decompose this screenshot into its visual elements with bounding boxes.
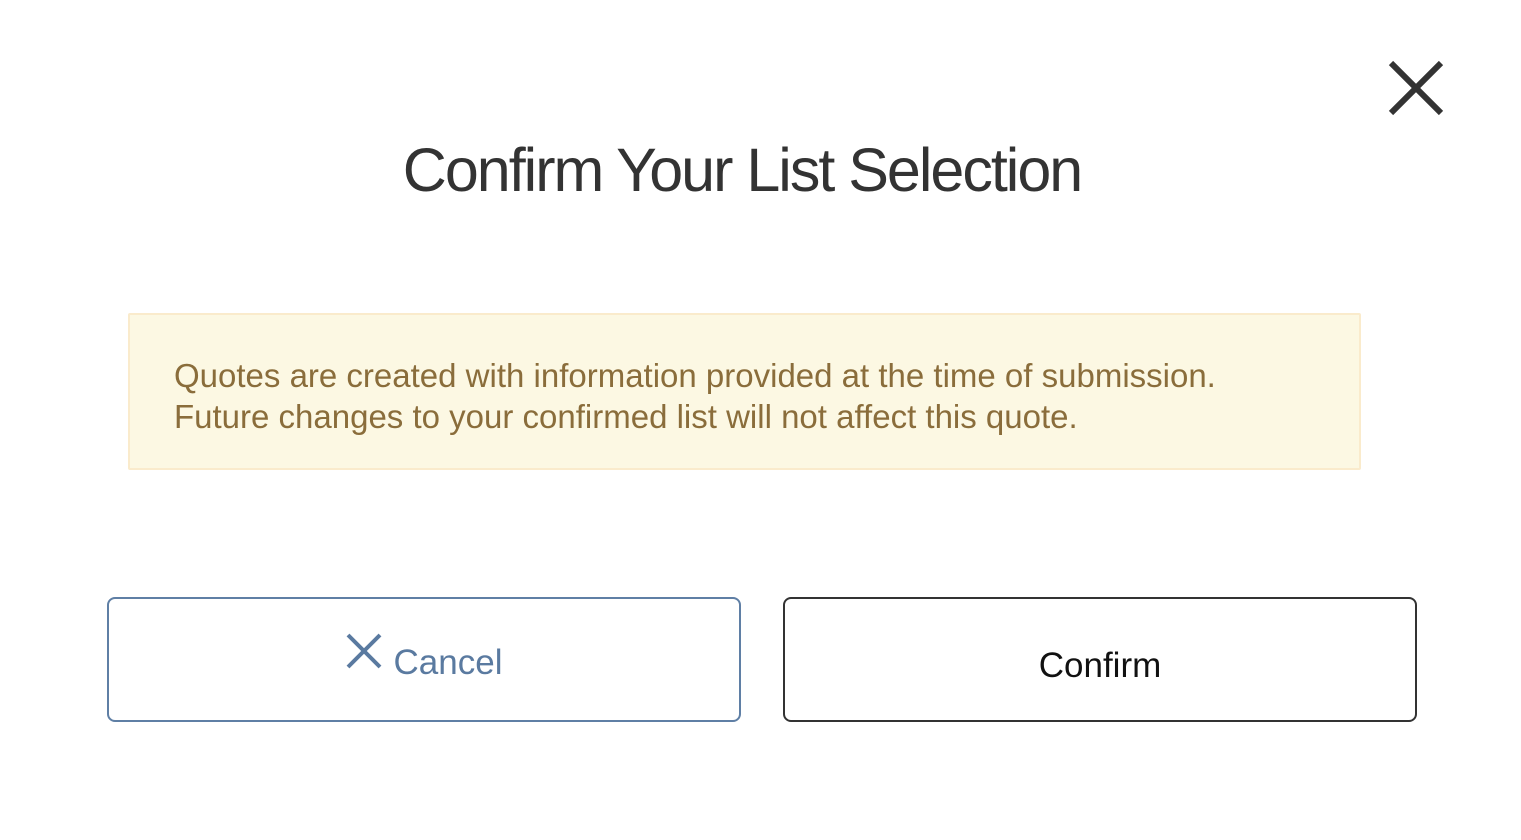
dialog-title: Confirm Your List Selection — [402, 136, 1083, 204]
close-icon — [346, 633, 382, 678]
alert-line-1: Quotes are created with information prov… — [174, 357, 1216, 394]
close-icon — [1384, 56, 1448, 120]
confirm-button-label: Confirm — [1038, 645, 1162, 685]
warning-alert: Quotes are created with information prov… — [128, 313, 1361, 470]
alert-line-2: Future changes to your confirmed list wi… — [174, 398, 1078, 435]
cancel-button-label: Cancel — [393, 642, 503, 682]
confirm-list-dialog: Confirm Your List Selection Quotes are c… — [0, 0, 1521, 840]
cancel-button[interactable]: Cancel — [107, 597, 741, 722]
confirm-button[interactable]: Confirm — [783, 597, 1417, 722]
close-dialog-button[interactable] — [1384, 56, 1448, 120]
